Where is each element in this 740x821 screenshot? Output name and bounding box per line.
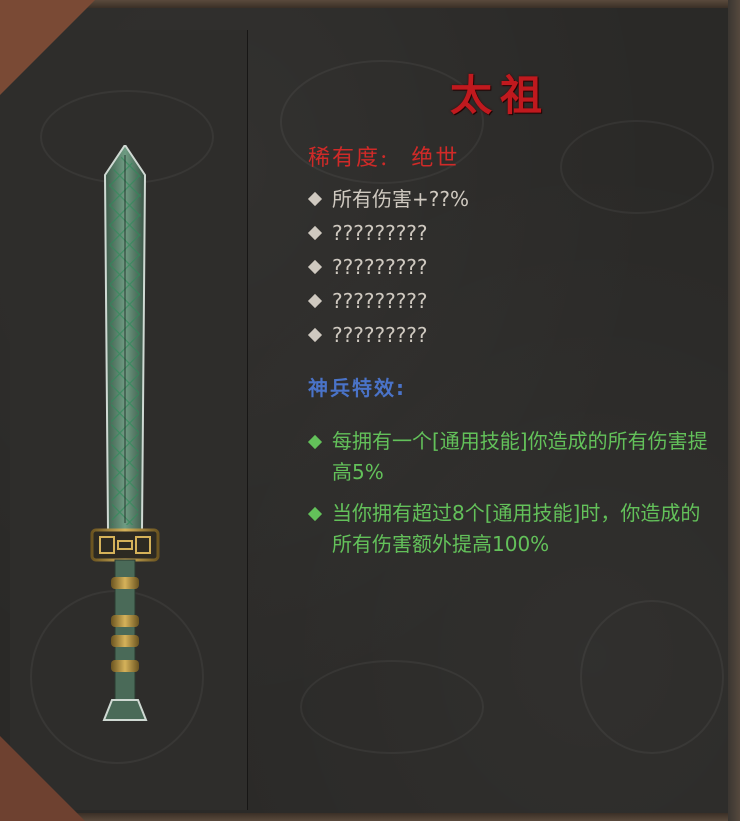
rarity-row: 稀有度: 绝世 [308,140,459,172]
frame-border-bottom [0,813,740,821]
effect-list: 每拥有一个[通用技能]你造成的所有伤害提高5% 当你拥有超过8个[通用技能]时，… [306,426,716,570]
stat-text: ????????? [332,323,428,347]
frame-corner-top-left [0,0,95,95]
rarity-value: 绝世 [411,146,460,171]
item-title: 太祖 [449,71,550,120]
stat-text: ????????? [332,221,428,245]
stat-text: ????????? [332,255,428,279]
frame-border-right [728,0,740,821]
diamond-bullet-icon [307,293,323,309]
effect-text: 当你拥有超过8个[通用技能]时，你造成的所有伤害额外提高100% [332,501,701,556]
stat-item: ????????? [306,318,469,352]
stat-item: 所有伤害+??% [306,182,469,216]
frame-corner-bottom-left [0,736,85,821]
stat-list: 所有伤害+??% ????????? ????????? ????????? ?… [306,182,469,352]
diamond-bullet-icon [307,191,323,207]
diamond-bullet-icon [307,259,323,275]
stat-text: ????????? [332,289,428,313]
special-effect-label: 神兵特效: [308,376,406,400]
cloud-ornament [300,660,484,754]
effect-item: 当你拥有超过8个[通用技能]时，你造成的所有伤害额外提高100% [306,498,716,560]
diamond-bullet-icon [307,506,323,522]
diamond-bullet-icon [307,327,323,343]
frame-border-top [0,0,740,8]
stat-item: ????????? [306,216,469,250]
cloud-ornament [580,600,724,754]
effect-text: 每拥有一个[通用技能]你造成的所有伤害提高5% [332,429,708,484]
stat-text: 所有伤害+??% [332,187,469,211]
jade-bronze-sword-icon [90,145,160,721]
item-tooltip-panel: 太祖 稀有度: 绝世 所有伤害+??% ????????? ????????? ?… [0,0,740,821]
cloud-ornament [560,120,714,214]
diamond-bullet-icon [307,434,323,450]
rarity-label: 稀有度: [308,146,390,171]
effect-item: 每拥有一个[通用技能]你造成的所有伤害提高5% [306,426,716,488]
stat-item: ????????? [306,284,469,318]
diamond-bullet-icon [307,225,323,241]
stat-item: ????????? [306,250,469,284]
